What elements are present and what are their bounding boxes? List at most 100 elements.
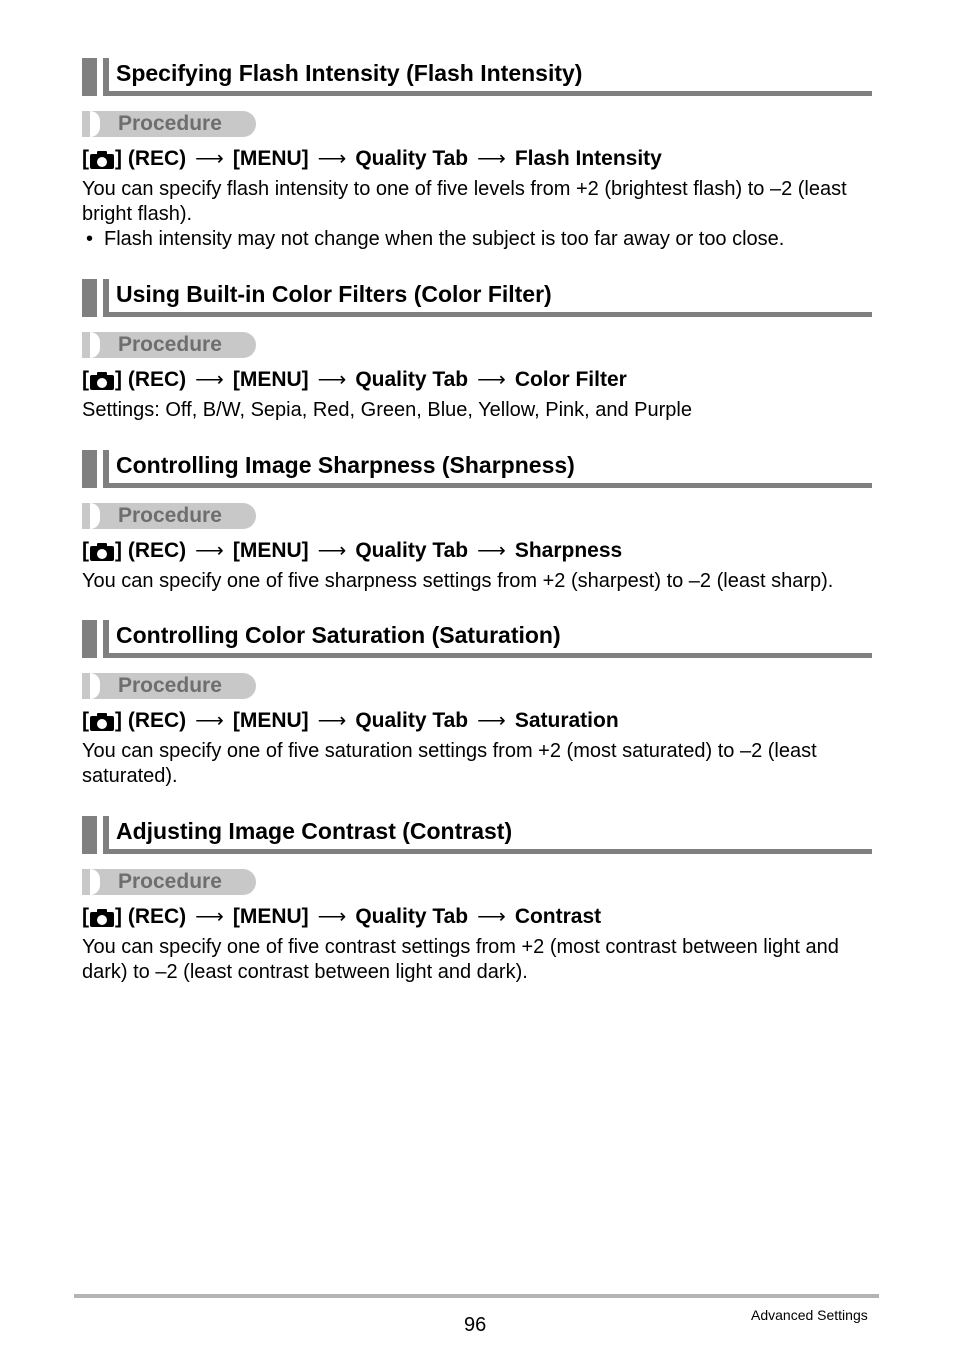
arrow-right-icon: ⟶ [195,710,224,732]
heading-bar [82,279,97,317]
section-heading: Adjusting Image Contrast (Contrast) [82,816,872,854]
procedure-badge: Procedure [82,673,256,699]
section-saturation: Controlling Color Saturation (Saturation… [82,620,872,789]
heading-rule [103,91,872,96]
quality-tab-label: Quality Tab [355,147,469,170]
rec-label: (REC) [127,905,187,928]
camera-icon [90,543,114,561]
bracket: [ [82,368,89,391]
section-heading: Controlling Color Saturation (Saturation… [82,620,872,658]
procedure-badge: Procedure [82,332,256,358]
menu-path: [ ] (REC) ⟶ [MENU] ⟶ Quality Tab ⟶ Contr… [82,903,872,931]
heading-rule [103,312,872,317]
section-heading: Using Built-in Color Filters (Color Filt… [82,279,872,317]
section-color-filter: Using Built-in Color Filters (Color Filt… [82,279,872,423]
arrow-right-icon: ⟶ [195,906,224,928]
note-bullet: • Flash intensity may not change when th… [82,227,872,252]
arrow-right-icon: ⟶ [317,710,347,732]
camera-icon [90,151,114,169]
bracket: [ [82,905,89,928]
heading-rule [103,849,872,854]
arrow-right-icon: ⟶ [477,540,506,562]
procedure-badge: Procedure [82,503,256,529]
procedure-label: Procedure [118,504,222,527]
section-flash-intensity: Specifying Flash Intensity (Flash Intens… [82,58,872,252]
menu-label: [MENU] [232,539,309,562]
procedure-badge: Procedure [82,111,256,137]
heading-bar [82,816,97,854]
procedure-label: Procedure [118,333,222,356]
rec-label: (REC) [127,709,187,732]
note-text: Flash intensity may not change when the … [104,228,785,250]
section-description: You can specify one of five contrast set… [82,936,839,983]
page-number: 96 [464,1314,487,1336]
target-setting: Color Filter [514,368,627,391]
target-setting: Saturation [514,709,619,732]
menu-label: [MENU] [232,709,309,732]
section-description: Settings: Off, B/W, Sepia, Red, Green, B… [82,399,692,421]
chapter-label: Advanced Settings [751,1307,868,1323]
menu-path: [ ] (REC) ⟶ [MENU] ⟶ Quality Tab ⟶ Sharp… [82,537,872,565]
menu-label: [MENU] [232,147,309,170]
section-sharpness: Controlling Image Sharpness (Sharpness) … [82,450,872,594]
quality-tab-label: Quality Tab [355,905,469,928]
section-heading: Specifying Flash Intensity (Flash Intens… [82,58,872,96]
procedure-label: Procedure [118,112,222,135]
target-setting: Contrast [514,905,602,928]
arrow-right-icon: ⟶ [195,369,224,391]
target-setting: Flash Intensity [514,147,662,170]
bracket: [ [82,539,89,562]
section-description: You can specify one of five saturation s… [82,740,817,787]
arrow-right-icon: ⟶ [317,148,347,170]
camera-icon [90,372,114,390]
bracket: ] [115,539,122,562]
section-title: Controlling Color Saturation (Saturation… [116,622,561,648]
section-title: Controlling Image Sharpness (Sharpness) [116,452,575,478]
section-contrast: Adjusting Image Contrast (Contrast) Proc… [82,816,872,985]
section-title: Adjusting Image Contrast (Contrast) [116,818,513,844]
quality-tab-label: Quality Tab [355,539,469,562]
heading-bar [82,450,97,488]
section-heading: Controlling Image Sharpness (Sharpness) [82,450,872,488]
bracket: ] [115,368,122,391]
bracket: [ [82,709,89,732]
menu-path: [ ] (REC) ⟶ [MENU] ⟶ Quality Tab ⟶ Color… [82,366,872,394]
footer-rule [74,1294,879,1298]
heading-bar [82,620,97,658]
quality-tab-label: Quality Tab [355,368,469,391]
heading-rule [103,483,872,488]
bracket: ] [115,709,122,732]
heading-rule [103,653,872,658]
camera-icon [90,909,114,927]
procedure-label: Procedure [118,674,222,697]
arrow-right-icon: ⟶ [317,540,347,562]
heading-bar [82,58,97,96]
rec-label: (REC) [127,368,187,391]
menu-label: [MENU] [232,368,309,391]
rec-label: (REC) [127,147,187,170]
section-description: You can specify flash intensity to one o… [82,178,847,225]
menu-label: [MENU] [232,905,309,928]
quality-tab-label: Quality Tab [355,709,469,732]
arrow-right-icon: ⟶ [477,906,506,928]
bracket: ] [115,147,122,170]
procedure-badge: Procedure [82,869,256,895]
procedure-label: Procedure [118,870,222,893]
camera-icon [90,713,114,731]
target-setting: Sharpness [514,539,623,562]
arrow-right-icon: ⟶ [195,540,224,562]
section-description: You can specify one of five sharpness se… [82,570,834,592]
menu-path: [ ] (REC) ⟶ [MENU] ⟶ Quality Tab ⟶ Flash… [82,145,872,173]
arrow-right-icon: ⟶ [195,148,224,170]
bracket: [ [82,147,89,170]
arrow-right-icon: ⟶ [477,369,506,391]
section-title: Using Built-in Color Filters (Color Filt… [116,281,552,307]
arrow-right-icon: ⟶ [477,148,506,170]
arrow-right-icon: ⟶ [477,710,506,732]
menu-path: [ ] (REC) ⟶ [MENU] ⟶ Quality Tab ⟶ Satur… [82,707,872,735]
arrow-right-icon: ⟶ [317,369,347,391]
rec-label: (REC) [127,539,187,562]
section-title: Specifying Flash Intensity (Flash Intens… [116,60,583,86]
bracket: ] [115,905,122,928]
arrow-right-icon: ⟶ [317,906,347,928]
